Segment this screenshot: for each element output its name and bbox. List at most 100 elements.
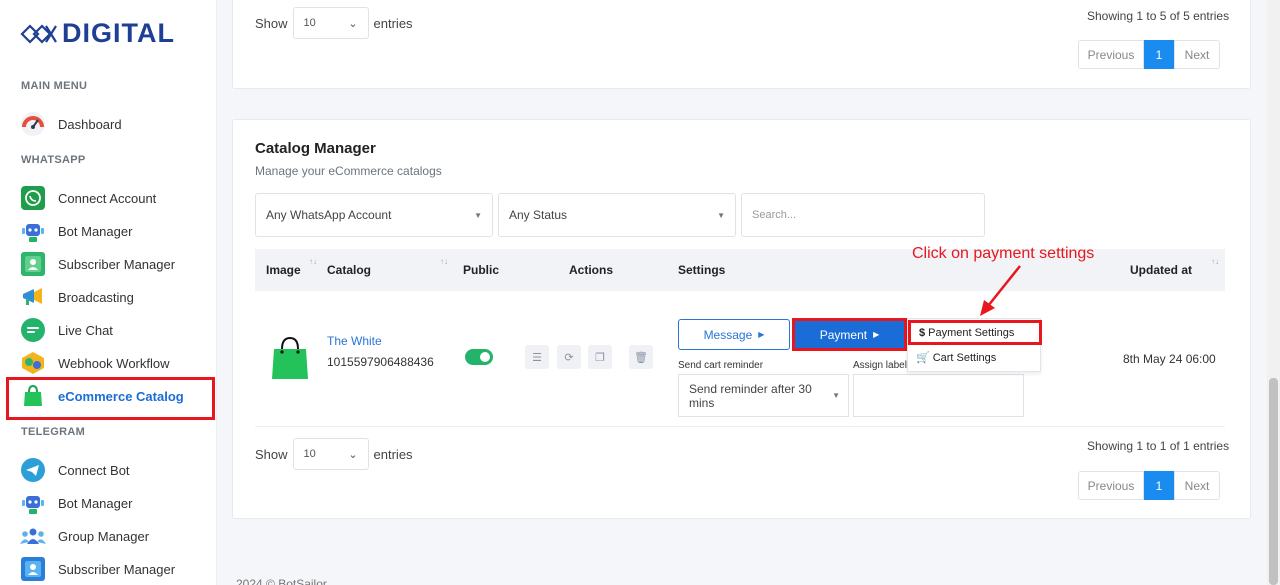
sort-icon[interactable]: ↑↓ <box>309 257 317 266</box>
payment-dropdown-menu: $ Payment Settings 🛒 Cart Settings <box>907 318 1042 372</box>
column-settings: Settings <box>678 263 726 277</box>
status-select[interactable]: Any Status ▼ <box>498 193 736 237</box>
table-info: Showing 1 to 1 of 1 entries <box>1087 439 1230 453</box>
page-length-select[interactable]: 10 ⌄ <box>292 438 369 470</box>
sort-icon[interactable]: ↑↓ <box>440 257 448 266</box>
assign-label-select[interactable] <box>853 374 1024 417</box>
sidebar-item-label: Live Chat <box>58 322 113 338</box>
sidebar-item-dashboard[interactable]: Dashboard <box>20 110 210 138</box>
updated-at-value: 8th May 24 06:00 <box>1123 352 1216 366</box>
chevron-down-icon: ⌄ <box>348 17 358 30</box>
sidebar: DIGITAL MAIN MENU Dashboard WHATSAPP Con… <box>0 0 217 585</box>
highlight-box-sidebar <box>6 377 215 420</box>
payment-settings-menu-item[interactable]: $ Payment Settings <box>908 320 1042 345</box>
group-icon <box>20 523 46 549</box>
sidebar-item-label: Bot Manager <box>58 495 133 511</box>
column-public: Public <box>463 263 500 277</box>
catalog-image <box>269 335 311 384</box>
whatsapp-account-select[interactable]: Any WhatsApp Account ▼ <box>255 193 493 237</box>
public-toggle[interactable] <box>465 349 493 365</box>
row-divider <box>255 426 1225 427</box>
catalog-manager-card: Catalog Manager Manage your eCommerce ca… <box>232 119 1251 519</box>
sync-icon[interactable]: ⟳ <box>557 345 581 369</box>
whatsapp-icon <box>20 185 46 211</box>
sidebar-item-broadcasting[interactable]: Broadcasting <box>20 283 210 311</box>
entries-label: entries <box>373 446 413 462</box>
section-main-menu: MAIN MENU <box>21 80 88 92</box>
reminder-select-value: Send reminder after 30 mins <box>689 381 812 410</box>
message-button-label: Message <box>703 327 753 342</box>
scrollbar-thumb[interactable] <box>1269 378 1278 585</box>
robot-icon <box>20 490 46 516</box>
subscriber-icon <box>20 251 46 277</box>
cart-settings-menu-item[interactable]: 🛒 Cart Settings <box>908 345 1042 370</box>
previous-page-button[interactable]: Previous <box>1078 40 1144 69</box>
footer-copyright: 2024 © BotSailor <box>236 577 327 585</box>
pagination: Previous 1 Next <box>1078 40 1220 69</box>
account-select-value: Any WhatsApp Account <box>266 208 392 222</box>
page-1-button[interactable]: 1 <box>1144 471 1174 500</box>
sort-icon[interactable]: ↑↓ <box>1211 257 1219 266</box>
chevron-down-icon: ⌄ <box>348 448 358 461</box>
cart-reminder-select[interactable]: Send reminder after 30 mins ▼ <box>678 374 849 417</box>
message-dropdown-button[interactable]: Message ▶ <box>678 319 790 350</box>
pagination: Previous 1 Next <box>1078 471 1220 500</box>
dollar-icon: $ <box>919 326 926 339</box>
caret-down-icon: ▼ <box>832 391 840 400</box>
sidebar-item-label: Dashboard <box>58 116 122 132</box>
status-select-value: Any Status <box>509 208 568 222</box>
show-label: Show <box>255 446 288 462</box>
page-title: Catalog Manager <box>255 140 376 157</box>
logo-mark-icon <box>20 23 57 44</box>
webhook-icon <box>20 350 46 376</box>
shopping-bag-icon <box>272 336 308 379</box>
next-page-button[interactable]: Next <box>1174 40 1220 69</box>
list-icon[interactable]: ☰ <box>525 345 549 369</box>
sidebar-item-live-chat[interactable]: Live Chat <box>20 316 210 344</box>
column-catalog[interactable]: Catalog <box>327 263 371 277</box>
sidebar-item-subscriber-manager[interactable]: Subscriber Manager <box>20 250 210 278</box>
payment-dropdown-button[interactable]: Payment ▶ <box>792 318 907 351</box>
brand-name: DIGITAL <box>62 18 175 48</box>
caret-down-icon: ▼ <box>717 210 725 220</box>
page-1-button[interactable]: 1 <box>1144 40 1174 69</box>
robot-icon <box>20 218 46 244</box>
cart-reminder-label: Send cart reminder <box>678 360 764 371</box>
column-image[interactable]: Image <box>266 263 301 277</box>
sidebar-item-webhook-workflow[interactable]: Webhook Workflow <box>20 349 210 377</box>
page-length-control: Show 10 ⌄ entries <box>255 438 413 470</box>
page-length-control: Show 10 ⌄ entries <box>255 7 413 39</box>
sidebar-item-label: Broadcasting <box>58 289 134 305</box>
sidebar-item-connect-bot[interactable]: Connect Bot <box>20 456 210 484</box>
sidebar-item-connect-account[interactable]: Connect Account <box>20 184 210 212</box>
sidebar-item-telegram-bot-manager[interactable]: Bot Manager <box>20 489 210 517</box>
caret-right-icon: ▶ <box>758 330 765 339</box>
trash-icon[interactable]: 🗑 <box>629 345 653 369</box>
sidebar-item-group-manager[interactable]: Group Manager <box>20 522 210 550</box>
broadcast-icon <box>20 284 46 310</box>
cart-icon: 🛒 <box>916 352 930 364</box>
next-page-button[interactable]: Next <box>1174 471 1220 500</box>
gauge-icon <box>20 111 46 137</box>
menu-item-label: Cart Settings <box>932 351 997 364</box>
page-length-select[interactable]: 10 ⌄ <box>292 7 369 39</box>
payment-button-label: Payment <box>819 327 868 342</box>
assign-label-label: Assign label <box>853 360 907 371</box>
brand-logo[interactable]: DIGITAL <box>18 18 175 49</box>
sidebar-item-telegram-subscriber-manager[interactable]: Subscriber Manager <box>20 555 210 583</box>
caret-right-icon: ▶ <box>873 330 880 339</box>
menu-item-label: Payment Settings <box>928 326 1015 339</box>
column-actions: Actions <box>569 263 614 277</box>
previous-page-button[interactable]: Previous <box>1078 471 1144 500</box>
sidebar-item-label: Webhook Workflow <box>58 355 170 371</box>
catalog-name-link[interactable]: The White <box>327 334 382 348</box>
table-info: Showing 1 to 5 of 5 entries <box>1087 9 1230 23</box>
search-input[interactable]: Search... <box>741 193 985 237</box>
copy-icon[interactable]: ❐ <box>588 345 612 369</box>
page-length-value: 10 <box>303 17 316 29</box>
search-placeholder: Search... <box>752 209 797 221</box>
sidebar-item-bot-manager[interactable]: Bot Manager <box>20 217 210 245</box>
column-updated-at[interactable]: Updated at <box>1130 263 1192 277</box>
sidebar-item-label: Subscriber Manager <box>58 561 176 577</box>
chat-icon <box>20 317 46 343</box>
